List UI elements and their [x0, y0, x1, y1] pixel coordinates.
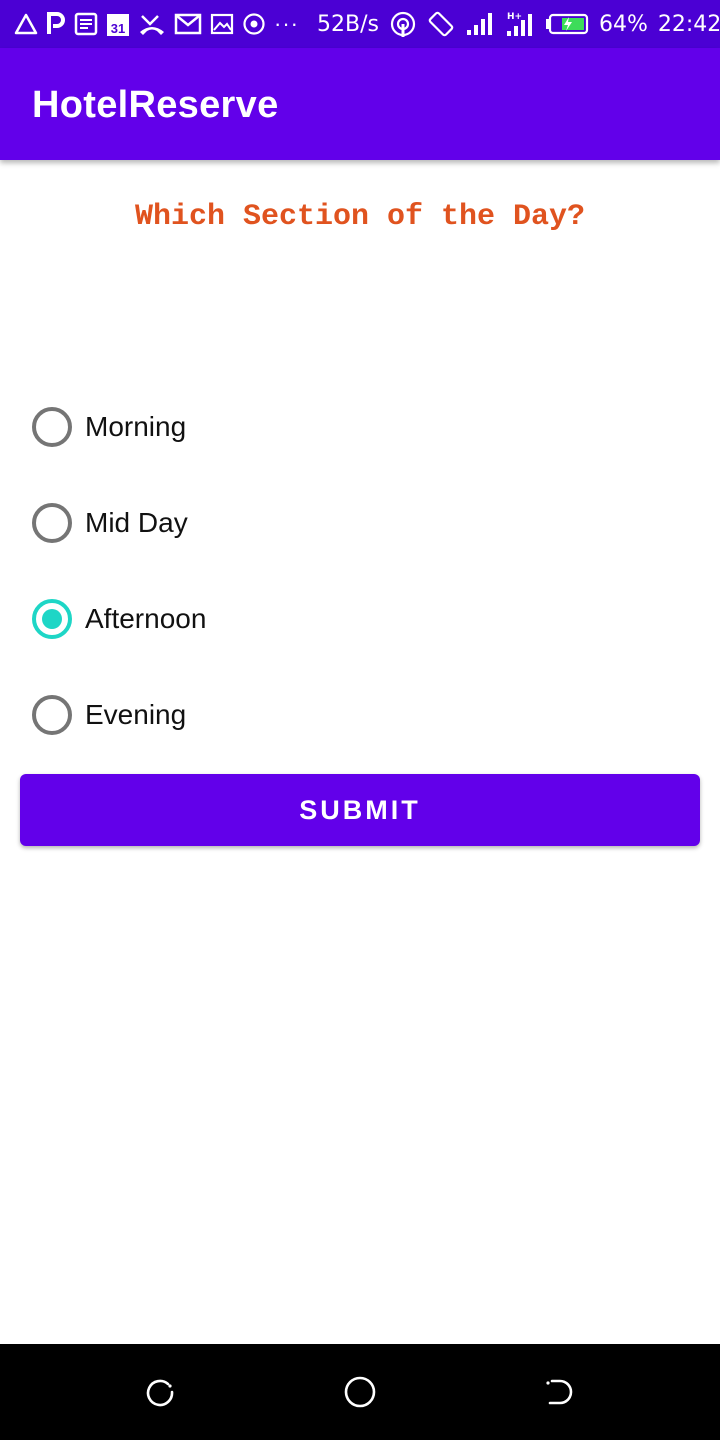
gmail-icon	[174, 13, 202, 35]
warning-triangle-icon	[14, 13, 38, 35]
radio-selected-dot	[42, 609, 62, 629]
signal-hplus-icon: H+	[505, 10, 535, 38]
radio-label: Afternoon	[85, 603, 207, 634]
navigation-bar	[0, 1344, 720, 1440]
radio-option-morning[interactable]: Morning	[32, 397, 632, 457]
radio-option-afternoon[interactable]: Afternoon	[32, 589, 632, 649]
app-bar: HotelReserve	[0, 48, 720, 160]
more-notifications-icon: ···	[274, 11, 299, 36]
radio-button-unchecked-icon[interactable]	[32, 407, 72, 447]
radio-icon	[242, 12, 266, 36]
battery-percent: 64%	[598, 11, 648, 37]
parking-icon	[46, 12, 66, 36]
status-bar-right: 52B/s H+ 64% 22:42	[307, 10, 720, 38]
network-type-text: H+	[507, 12, 522, 22]
radio-button-unchecked-icon[interactable]	[32, 503, 72, 543]
signal-icon	[465, 11, 495, 37]
missed-call-icon	[138, 12, 166, 36]
app-title: HotelReserve	[32, 84, 279, 126]
question-heading: Which Section of the Day?	[134, 200, 586, 234]
net-speed: 52B/s	[316, 11, 379, 37]
back-icon[interactable]	[542, 1374, 578, 1410]
calendar-icon: 31	[106, 11, 130, 37]
radio-button-unchecked-icon[interactable]	[32, 695, 72, 735]
radio-label: Morning	[85, 411, 187, 442]
status-bar: 31 ··· 52B/s H+ 64% 22:42	[0, 0, 720, 48]
home-icon[interactable]	[342, 1374, 378, 1410]
battery-charging-icon	[545, 13, 589, 35]
radio-option-mid-day[interactable]: Mid Day	[32, 493, 632, 553]
radio-label: Mid Day	[85, 507, 188, 538]
radio-option-evening[interactable]: Evening	[32, 685, 632, 745]
recents-icon[interactable]	[142, 1374, 178, 1410]
notes-icon	[74, 12, 98, 36]
radio-label: Evening	[85, 699, 187, 730]
status-bar-left: 31 ···	[14, 11, 307, 37]
submit-button[interactable]: SUBMIT	[20, 774, 700, 846]
hotspot-icon	[389, 10, 417, 38]
calendar-day-text: 31	[111, 21, 125, 36]
radio-button-checked-icon[interactable]	[32, 599, 72, 639]
gallery-icon	[210, 13, 234, 35]
clock: 22:42	[657, 11, 720, 37]
rotation-icon	[427, 10, 455, 38]
